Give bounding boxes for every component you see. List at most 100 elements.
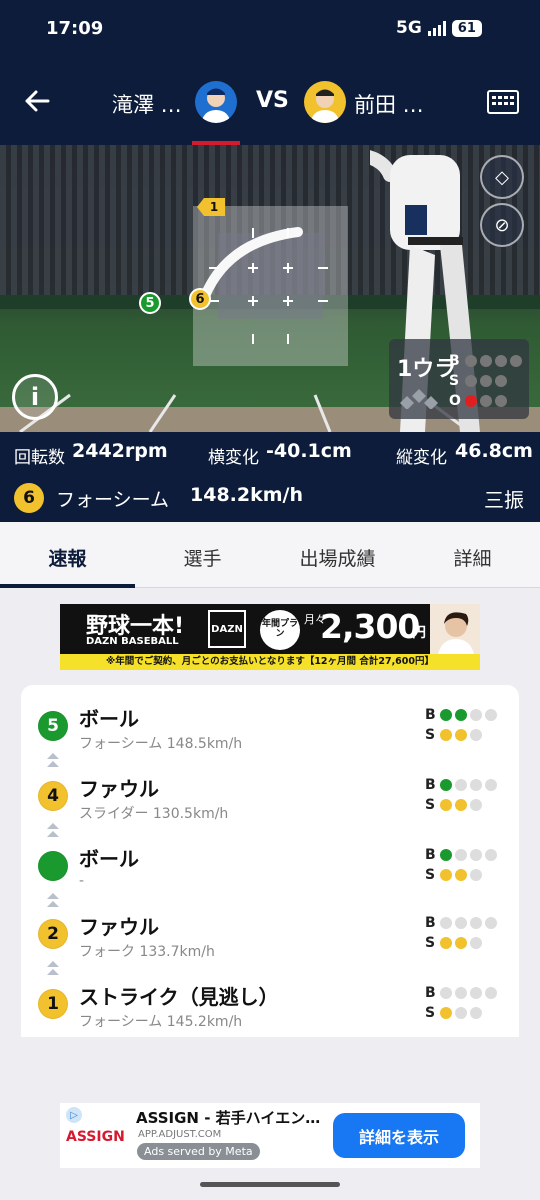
ball-count-dot <box>440 917 452 929</box>
vs-label: VS <box>256 88 289 113</box>
ball-count-label: B <box>425 915 436 931</box>
strike-count-dot <box>455 799 467 811</box>
ad-cta-button[interactable]: 詳細を表示 <box>333 1113 465 1158</box>
status-time: 17:09 <box>46 18 104 39</box>
pitch-type-speed: フォーク 133.7km/h <box>79 944 215 960</box>
ad-choices-icon[interactable]: ▷ <box>66 1107 82 1123</box>
yen-label: 円 <box>412 625 426 641</box>
spin-value: 2442rpm <box>72 440 168 462</box>
batter-avatar[interactable] <box>304 81 346 123</box>
strike-count: S <box>425 935 482 951</box>
ball-count-dot <box>455 917 467 929</box>
strike-count-dot <box>470 937 482 949</box>
home-indicator <box>200 1182 340 1187</box>
strike-count-label: S <box>425 1005 436 1021</box>
pitch-number-badge: 4 <box>38 781 68 811</box>
scoreboard-icon[interactable] <box>487 90 519 114</box>
strike-count-label: S <box>425 867 436 883</box>
dazn-ad-banner[interactable]: 野球一本! DAZN BASEBALL DAZN 年間プラン 月々 2,300 … <box>60 604 480 670</box>
banner-note: ※年間でご契約、月ごとのお支払いとなります【12ヶ月間 合計27,600円】 <box>60 654 480 670</box>
strike-count-dot <box>470 1007 482 1019</box>
at-bat-result: 三振 <box>484 488 524 512</box>
ball-count-dot <box>485 849 497 861</box>
meta-ad[interactable]: ▷ ASSIGN ASSIGN - 若手ハイエン… APP.ADJUST.COM… <box>60 1103 480 1168</box>
tab-details[interactable]: 詳細 <box>405 544 540 571</box>
strike-count-label: S <box>425 935 436 951</box>
current-pitch-speed: 148.2km/h <box>190 484 303 506</box>
back-arrow-icon[interactable] <box>22 86 52 116</box>
pitch-type-speed: - <box>79 873 85 889</box>
ads-served-badge: Ads served by Meta <box>137 1143 260 1160</box>
chevron-up-icon <box>47 823 59 837</box>
home-plate-view-icon[interactable]: ◇ <box>480 155 524 199</box>
pitch-number-badge <box>38 851 68 881</box>
pitcher-name[interactable]: 滝澤 … <box>112 89 182 119</box>
ball-count-dot <box>455 709 467 721</box>
annual-plan-badge: 年間プラン <box>260 610 300 650</box>
pitch-row[interactable]: ボール - B S <box>21 839 519 907</box>
pitch-marker-5[interactable]: 5 <box>139 292 161 314</box>
strike-count-label: S <box>425 797 436 813</box>
pitcher-avatar[interactable] <box>195 81 237 123</box>
spin-label: 回転数 <box>14 448 65 468</box>
strike-count-dot <box>440 937 452 949</box>
ball-count-dot <box>485 987 497 999</box>
pitch-row[interactable]: 1 ストライク（見逃し） フォーシーム 145.2km/h B S <box>21 977 519 1037</box>
tab-live[interactable]: 速報 <box>0 544 135 571</box>
pitch-type-speed: フォーシーム 148.5km/h <box>79 736 243 752</box>
hbreak-label: 横変化 <box>208 448 259 468</box>
strike-count: S <box>425 797 482 813</box>
inning-label: 1ウラ <box>397 357 457 382</box>
assign-logo: ASSIGN <box>66 1129 125 1145</box>
strike-count-dot <box>455 1007 467 1019</box>
strike-count-dot <box>470 799 482 811</box>
banner-brand: DAZN BASEBALL <box>86 636 179 647</box>
ball-count-dot <box>485 779 497 791</box>
strike-count: S <box>425 1005 482 1021</box>
strike-count-dot <box>440 799 452 811</box>
pitch-number-badge: 1 <box>38 989 68 1019</box>
batter-name[interactable]: 前田 … <box>354 89 424 119</box>
pitch-row[interactable]: 5 ボール フォーシーム 148.5km/h B S <box>21 699 519 767</box>
pitch-type-speed: フォーシーム 145.2km/h <box>79 1014 243 1030</box>
tab-bar: 速報 選手 出場成績 詳細 <box>0 522 540 588</box>
ball-count-dot <box>470 917 482 929</box>
player-silhouette-icon <box>201 88 231 123</box>
pitch-row[interactable]: 4 ファウル スライダー 130.5km/h B S <box>21 769 519 837</box>
info-icon[interactable]: i <box>12 374 58 420</box>
active-tab-indicator <box>0 584 135 588</box>
ball-count: B <box>425 985 497 1001</box>
pitch-result-title: ファウル <box>79 915 159 939</box>
strike-count-label: S <box>425 727 436 743</box>
banner-price: 2,300 <box>320 607 420 646</box>
tab-players[interactable]: 選手 <box>135 544 270 571</box>
ball-count: B <box>425 847 497 863</box>
ball-count-dot <box>470 849 482 861</box>
ball-count-dot <box>440 849 452 861</box>
pitch-type-speed: スライダー 130.5km/h <box>79 806 229 822</box>
chevron-up-icon <box>47 961 59 975</box>
pitch-list: 5 ボール フォーシーム 148.5km/h B S 4 ファウル スライダー 130.5km… <box>21 685 519 1037</box>
strike-count-dot <box>440 1007 452 1019</box>
strike-count-dot <box>455 869 467 881</box>
ad-title: ASSIGN - 若手ハイエン… <box>136 1109 321 1127</box>
ball-count-dot <box>470 709 482 721</box>
pitch-number-badge: 5 <box>38 711 68 741</box>
monthly-label: 月々 <box>304 613 326 626</box>
strike-count-dot <box>455 937 467 949</box>
pitch-chart-icon[interactable]: ⊘ <box>480 203 524 247</box>
ball-count-dot <box>485 917 497 929</box>
battery-icon: 61 <box>451 19 482 37</box>
ball-count-label: B <box>425 707 436 723</box>
chevron-up-icon <box>47 893 59 907</box>
pitch-number-badge: 2 <box>38 919 68 949</box>
strike-count-dot <box>470 729 482 741</box>
pitch-stats-bar: 回転数 2442rpm 横変化 -40.1cm 縦変化 46.8cm 6 フォー… <box>0 432 540 522</box>
count-panel: 1ウラ B S O <box>389 339 529 419</box>
vbreak-value: 46.8cm <box>455 440 533 462</box>
ball-count-dot <box>440 709 452 721</box>
tab-stats[interactable]: 出場成績 <box>270 544 405 571</box>
pitch-marker-6[interactable]: 6 <box>189 288 211 310</box>
strike-count-dot <box>470 869 482 881</box>
pitch-row[interactable]: 2 ファウルフォーク 133.7km/h B S <box>21 907 519 975</box>
